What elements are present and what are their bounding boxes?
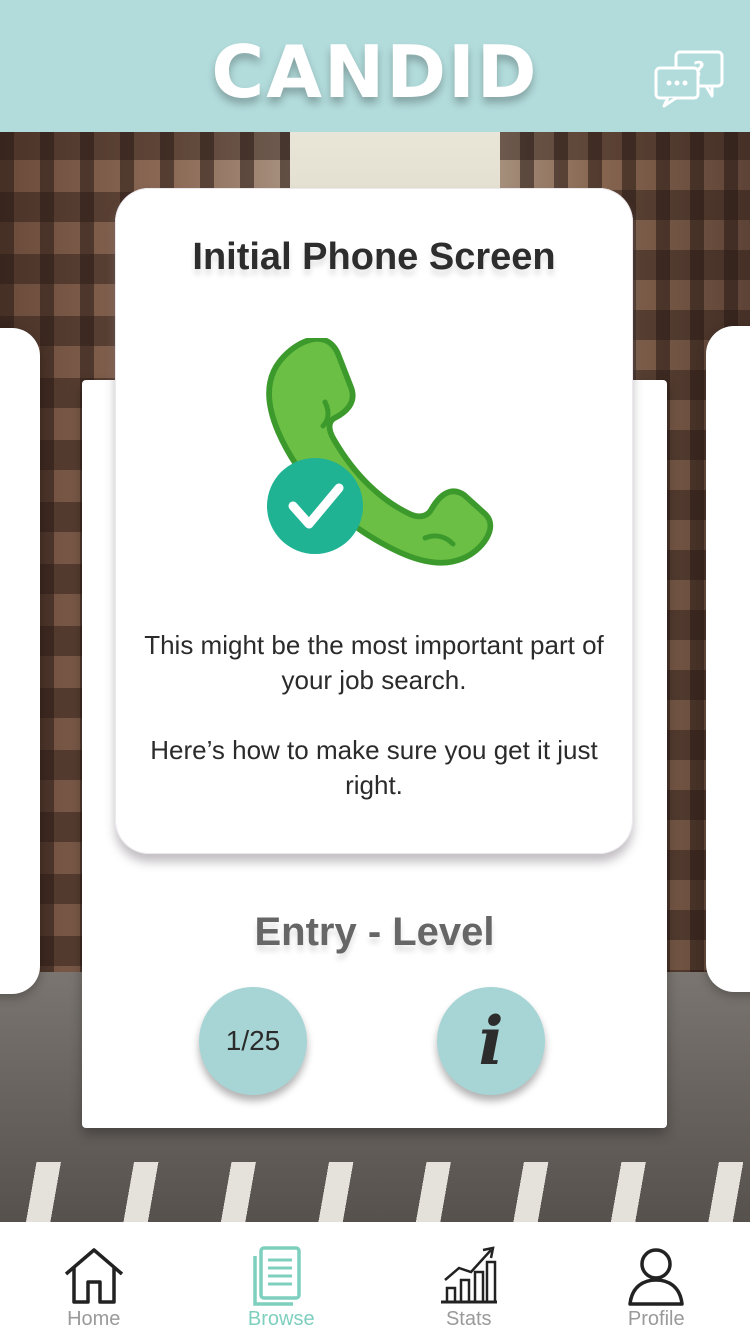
card-title: Initial Phone Screen xyxy=(192,236,556,278)
card-description-line-1: This might be the most important part of… xyxy=(144,630,604,695)
card-description: This might be the most important part of… xyxy=(135,628,613,838)
chat-question-icon: ? xyxy=(654,50,724,108)
document-icon xyxy=(253,1246,301,1306)
level-label: Entry - Level xyxy=(254,910,495,954)
tab-browse[interactable]: Browse xyxy=(188,1222,376,1334)
bottom-tab-bar: Home Browse Stats Profile xyxy=(0,1222,750,1334)
topic-card[interactable]: Initial Phone Screen This might be the m… xyxy=(115,188,633,854)
app-header: CANDID ? xyxy=(0,0,750,132)
home-icon xyxy=(64,1248,123,1304)
card-description-line-2: Here’s how to make sure you get it just … xyxy=(150,735,598,800)
help-chat-button[interactable]: ? xyxy=(650,48,730,110)
tab-stats-label: Stats xyxy=(445,1308,492,1330)
tab-profile-label: Profile xyxy=(627,1308,685,1330)
app-logo: CANDID xyxy=(211,30,539,114)
next-card-peek[interactable] xyxy=(706,326,750,992)
tab-home-label: Home xyxy=(67,1308,121,1330)
phone-check-icon xyxy=(266,338,494,566)
tab-stats[interactable]: Stats xyxy=(375,1222,563,1334)
previous-card-peek[interactable] xyxy=(0,328,40,994)
tab-home[interactable]: Home xyxy=(0,1222,188,1334)
background-crosswalk xyxy=(0,1162,750,1222)
info-icon: i xyxy=(478,1002,504,1080)
card-counter-button[interactable]: 1/25 xyxy=(199,987,307,1095)
person-icon xyxy=(628,1248,684,1306)
bar-chart-icon xyxy=(440,1246,497,1304)
info-button[interactable]: i xyxy=(437,987,545,1095)
tab-profile[interactable]: Profile xyxy=(563,1222,750,1334)
tab-browse-label: Browse xyxy=(247,1308,315,1330)
